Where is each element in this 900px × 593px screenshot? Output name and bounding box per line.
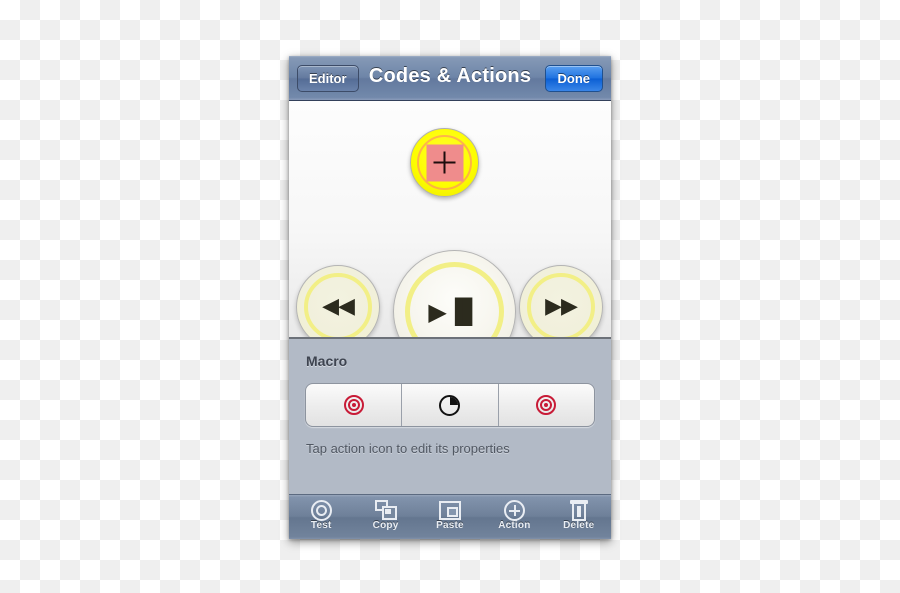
phone-screen: Editor Codes & Actions Done ◀◀ ▶▐▌ ▶▶ Ma…: [289, 56, 611, 539]
clock-icon: [439, 394, 461, 416]
toolbar-button-test[interactable]: Test: [293, 498, 349, 531]
toolbar-label: Delete: [563, 520, 595, 531]
fast-forward-icon: ▶▶: [545, 294, 578, 319]
done-button[interactable]: Done: [544, 65, 603, 92]
target-icon: [536, 395, 557, 415]
copy-icon: [374, 498, 397, 522]
plus-circle-icon: [503, 498, 525, 522]
macro-section-title: Macro: [306, 353, 348, 369]
remote-button-power[interactable]: [410, 128, 479, 197]
play-pause-icon: ▶▐▌: [428, 297, 481, 326]
paste-icon: [438, 498, 461, 522]
remote-canvas: ◀◀ ▶▐▌ ▶▶: [289, 101, 611, 339]
macro-section: Macro Tap action icon to edit its proper…: [289, 339, 611, 494]
toolbar-button-delete[interactable]: Delete: [551, 498, 607, 531]
navigation-bar: Editor Codes & Actions Done: [289, 56, 611, 101]
toolbar-label: Test: [310, 520, 332, 531]
toolbar-button-copy[interactable]: Copy: [358, 498, 414, 531]
remote-button-rewind[interactable]: ◀◀: [296, 265, 380, 337]
trash-icon: [569, 498, 588, 522]
macro-action-slot-3[interactable]: [499, 384, 594, 426]
toolbar-button-paste[interactable]: Paste: [422, 498, 478, 531]
macro-action-bar: [305, 383, 595, 427]
remote-button-play-pause[interactable]: ▶▐▌: [393, 250, 516, 337]
remote-button-fast-forward[interactable]: ▶▶: [519, 265, 603, 337]
rewind-icon: ◀◀: [322, 294, 355, 319]
toolbar-button-action[interactable]: Action: [486, 498, 542, 531]
toolbar-label: Action: [498, 520, 531, 531]
macro-hint-text: Tap action icon to edit its properties: [306, 441, 510, 456]
macro-action-slot-2[interactable]: [402, 384, 499, 426]
target-icon: [310, 498, 332, 522]
power-square-graphic: [426, 144, 463, 181]
bottom-toolbar: Test Copy Paste Action Delete: [289, 494, 611, 539]
toolbar-label: Paste: [436, 520, 464, 531]
macro-action-slot-1[interactable]: [306, 384, 403, 426]
plus-icon: [433, 151, 456, 174]
toolbar-label: Copy: [372, 520, 399, 531]
target-icon: [343, 395, 364, 415]
